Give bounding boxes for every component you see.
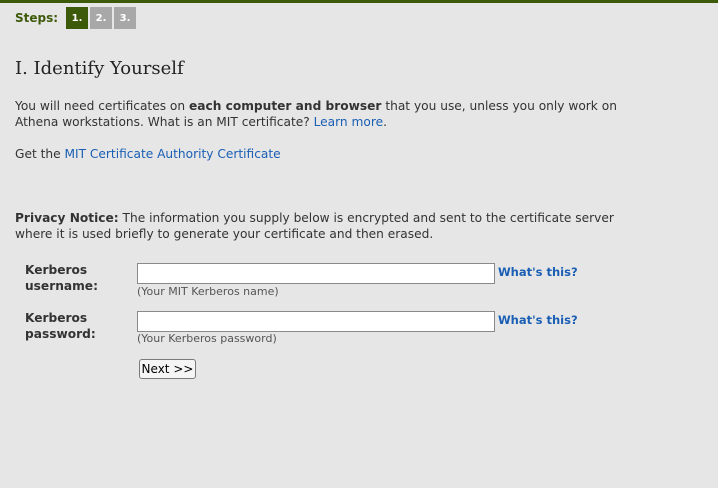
next-button[interactable]: Next >> (139, 359, 196, 379)
username-whats-this-link[interactable]: What's this? (498, 265, 578, 279)
step-1: 1. (66, 7, 89, 29)
ca-paragraph: Get the MIT Certificate Authority Certif… (15, 146, 625, 162)
intro-paragraph: You will need certificates on each compu… (15, 98, 625, 130)
username-label-line2: username: (25, 279, 98, 293)
username-input[interactable] (137, 263, 495, 284)
step-3: 3. (114, 7, 137, 29)
ca-certificate-link[interactable]: MIT Certificate Authority Certificate (64, 147, 280, 161)
intro-text-before: You will need certificates on (15, 99, 189, 113)
page-title: I. Identify Yourself (15, 58, 184, 79)
steps-label: Steps: (15, 11, 59, 25)
step-2: 2. (90, 7, 113, 29)
privacy-label: Privacy Notice: (15, 211, 119, 225)
learn-more-link[interactable]: Learn more (314, 115, 384, 129)
password-label: Kerberos password: (25, 310, 96, 342)
password-label-line1: Kerberos (25, 311, 88, 325)
password-whats-this-link[interactable]: What's this? (498, 313, 578, 327)
password-label-line2: password: (25, 327, 96, 341)
intro-bold-text: each computer and browser (189, 99, 382, 113)
top-accent-bar (0, 0, 718, 3)
ca-text: Get the (15, 147, 65, 161)
username-label: Kerberos username: (25, 262, 98, 294)
intro-end: . (383, 115, 387, 129)
privacy-notice: Privacy Notice: The information you supp… (15, 210, 625, 242)
username-hint: (Your MIT Kerberos name) (137, 285, 279, 298)
password-input[interactable] (137, 311, 495, 332)
username-label-line1: Kerberos (25, 263, 88, 277)
steps-indicator: Steps: 1. 2. 3. (15, 7, 138, 29)
password-hint: (Your Kerberos password) (137, 332, 277, 345)
